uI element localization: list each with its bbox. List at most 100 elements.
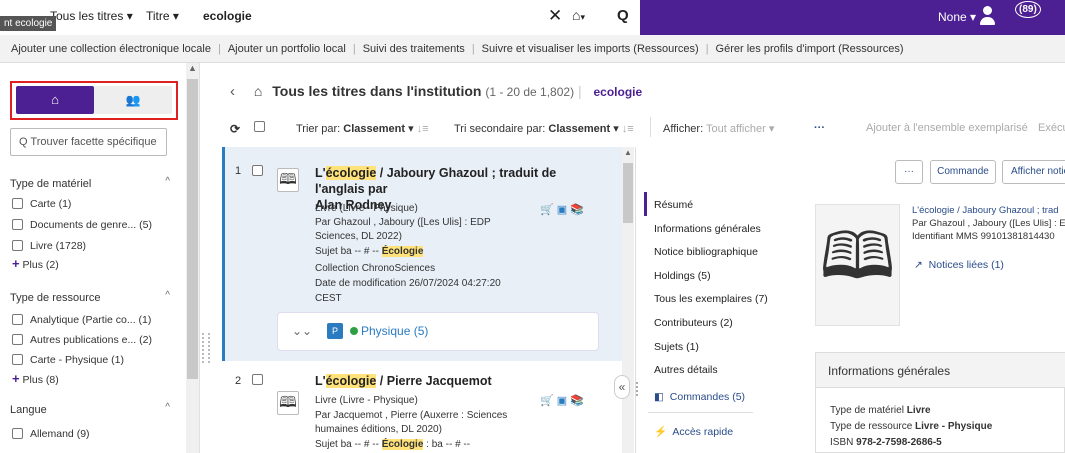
facet-item[interactable]: Carte (1): [12, 198, 71, 210]
section-general-info[interactable]: Informations générales: [654, 223, 761, 235]
facet-search-input[interactable]: Q Trouver facette spécifique: [10, 128, 167, 156]
sort-order-icon: ↓≡: [416, 123, 429, 135]
subnav-add-portfolio[interactable]: Ajouter un portfolio local: [228, 43, 346, 55]
cart-icon[interactable]: 🛒: [540, 395, 554, 407]
facet-item[interactable]: Allemand (9): [12, 428, 90, 440]
section-subjects[interactable]: Sujets (1): [654, 341, 699, 353]
physical-link[interactable]: Physique (5): [350, 324, 428, 338]
search-bar: nt ecologie Tous les titres ▾ Titre ▾ ec…: [0, 0, 640, 35]
lightning-icon: ⚡: [654, 426, 668, 438]
linked-records-link[interactable]: ↗ Notices liées (1): [914, 259, 1004, 271]
facet-group-title[interactable]: Type de ressource ^: [10, 290, 170, 304]
facet-more-link[interactable]: + Plus (2): [12, 256, 59, 271]
user-icon[interactable]: [979, 5, 997, 27]
search-scope-dropdown[interactable]: Tous les titres ▾: [50, 9, 133, 23]
checkbox: [12, 334, 23, 345]
result-title[interactable]: L'écologie / Pierre Jacquemot: [315, 373, 605, 389]
view-record-button[interactable]: Afficher notice: [1002, 160, 1065, 184]
refresh-icon[interactable]: ⟳: [230, 122, 240, 136]
result-author: Par Ghazoul , Jaboury ([Les Ulis] : EDP: [315, 217, 491, 228]
info-row: ISBN 978-2-7598-2686-5: [830, 437, 942, 448]
results-toolbar: ⟳ Trier par: Classement ▾ ↓≡ Tri seconda…: [230, 117, 1065, 138]
facet-more-link[interactable]: + Plus (8): [12, 371, 59, 386]
result-count: (1 - 20 de 1,802): [485, 85, 575, 99]
order-button[interactable]: Commande: [930, 160, 996, 184]
search-field-dropdown[interactable]: Titre ▾: [146, 9, 179, 23]
result-timezone: CEST: [315, 293, 342, 304]
quick-access[interactable]: ⚡ Accès rapide: [654, 425, 733, 438]
search-input[interactable]: ecologie: [203, 9, 252, 23]
collapse-results-button[interactable]: «: [614, 375, 630, 399]
back-icon[interactable]: ‹: [230, 83, 235, 100]
section-other-details[interactable]: Autres détails: [654, 364, 718, 376]
pane-resize-handle[interactable]: [636, 382, 640, 396]
result-publication: Sciences, DL 2022): [315, 231, 402, 242]
inventory-icon[interactable]: ▣: [557, 395, 567, 407]
facet-group-title[interactable]: Langue ^: [10, 402, 170, 416]
facet-scrollbar[interactable]: ▲: [186, 63, 199, 453]
book-icon: 🕮: [277, 391, 299, 415]
chevron-up-icon: ^: [165, 402, 170, 413]
section-all-items[interactable]: Tous les exemplaires (7): [654, 293, 768, 305]
expand-icon[interactable]: ⌄⌄: [292, 324, 312, 338]
library-icon[interactable]: 📚: [570, 395, 584, 407]
facet-item[interactable]: Livre (1728): [12, 240, 86, 252]
facet-item[interactable]: Analytique (Partie co... (1): [12, 314, 151, 326]
sort-dropdown[interactable]: Trier par: Classement ▾ ↓≡: [296, 122, 429, 135]
panel-resize-handle[interactable]: [202, 333, 210, 363]
citation-author: Par Ghazoul , Jaboury ([Les Ulis] : E: [912, 218, 1065, 229]
checkbox: [12, 198, 23, 209]
checkbox: [12, 354, 23, 365]
show-dropdown[interactable]: Afficher: Tout afficher ▾: [663, 122, 774, 135]
section-holdings[interactable]: Holdings (5): [654, 270, 711, 282]
facet-item[interactable]: Documents de genre... (5): [12, 219, 152, 231]
book-cover-icon: 🕮: [815, 204, 900, 326]
checkbox: [12, 428, 23, 439]
inventory-icon[interactable]: ▣: [557, 204, 567, 216]
checkbox: [12, 240, 23, 251]
result-checkbox[interactable]: [252, 165, 270, 177]
home-icon: ⌂: [253, 83, 263, 99]
clear-icon[interactable]: ✕: [548, 6, 562, 26]
more-actions-icon[interactable]: ···: [814, 122, 825, 134]
user-menu[interactable]: None ▾: [938, 10, 976, 24]
general-info-card: Informations générales Type de matériel …: [815, 352, 1065, 453]
home-scope-toggle[interactable]: ⌂: [16, 86, 94, 114]
results-scrollbar[interactable]: ▲: [622, 147, 634, 453]
pane-divider: [635, 147, 641, 453]
home-dropdown[interactable]: ⌂▾: [572, 7, 585, 23]
secondary-sort-dropdown[interactable]: Tri secondaire par: Classement ▾ ↓≡: [454, 122, 634, 135]
scroll-up-icon[interactable]: ▲: [188, 63, 197, 73]
result-number: 1: [235, 165, 242, 177]
add-to-itemized-set-button[interactable]: Ajouter à l'ensemble exemplarisé: [866, 122, 1028, 134]
subnav-import-profiles[interactable]: Gérer les profils d'import (Ressources): [716, 43, 904, 55]
result-material: Livre (Livre - Physique): [315, 203, 418, 214]
info-row: Type de ressource Livre - Physique: [830, 421, 993, 432]
section-summary[interactable]: Résumé: [654, 199, 693, 211]
section-contributors[interactable]: Contributeurs (2): [654, 317, 733, 329]
execute-button[interactable]: Exécut: [1038, 122, 1065, 134]
result-checkbox[interactable]: [252, 374, 270, 386]
facet-item[interactable]: Autres publications e... (2): [12, 334, 152, 346]
tooltip: nt ecologie: [0, 16, 57, 31]
detail-more-button[interactable]: ···: [895, 160, 923, 184]
section-orders[interactable]: ◧ Commandes (5): [654, 391, 745, 403]
chevron-up-icon: ^: [165, 176, 170, 187]
search-icon[interactable]: Q: [617, 7, 629, 24]
subnav-add-collection[interactable]: Ajouter une collection électronique loca…: [11, 43, 211, 55]
notification-badge[interactable]: (89): [1015, 1, 1041, 18]
cart-icon[interactable]: 🛒: [540, 204, 554, 216]
result-modified-date: Date de modification 26/07/2024 04:27:20: [315, 278, 501, 289]
sub-navigation: Ajouter une collection électronique loca…: [0, 35, 1065, 63]
community-scope-toggle[interactable]: 👥: [94, 86, 172, 114]
library-icon[interactable]: 📚: [570, 204, 584, 216]
citation-title[interactable]: L'écologie / Jaboury Ghazoul ; trad: [912, 205, 1059, 216]
result-publication: humaines éditions, DL 2020): [315, 424, 442, 435]
select-all-checkbox[interactable]: [254, 121, 272, 133]
chevron-up-icon: ^: [165, 290, 170, 301]
facet-group-title[interactable]: Type de matériel ^: [10, 176, 170, 190]
facet-item[interactable]: Carte - Physique (1): [12, 354, 124, 366]
section-bib-record[interactable]: Notice bibliographique: [654, 246, 758, 258]
subnav-monitor-imports[interactable]: Suivre et visualiser les imports (Ressou…: [482, 43, 699, 55]
subnav-track-jobs[interactable]: Suivi des traitements: [363, 43, 465, 55]
